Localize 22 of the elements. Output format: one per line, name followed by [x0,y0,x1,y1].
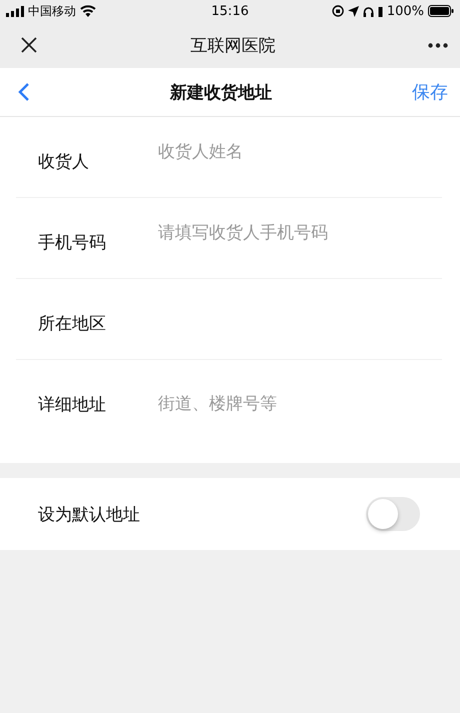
default-switch[interactable] [366,497,420,531]
back-button[interactable] [18,82,30,102]
page-title: 新建收货地址 [170,82,272,104]
battery-small-icon [378,6,383,16]
field-label: 收货人 [37,150,90,172]
location-icon [348,6,359,16]
close-button[interactable] [20,36,38,54]
save-button[interactable]: 保存 [412,80,448,104]
carrier-name: 中国移动 [28,2,76,20]
field-label: 手机号码 [37,232,107,254]
field-label: 详细地址 [37,394,107,416]
wifi-icon [80,5,96,17]
battery-percent: 100% [386,4,424,18]
app-title: 互联网医院 [190,34,276,56]
rotation-lock-icon [332,5,344,17]
signal-icon [6,6,24,16]
battery-icon [428,5,454,17]
field-label: 所在地区 [37,312,107,334]
more-button[interactable] [428,42,448,48]
toggle-label: 设为默认地址 [37,504,140,526]
status-time: 15:16 [211,4,249,18]
headphones-icon [362,6,374,16]
